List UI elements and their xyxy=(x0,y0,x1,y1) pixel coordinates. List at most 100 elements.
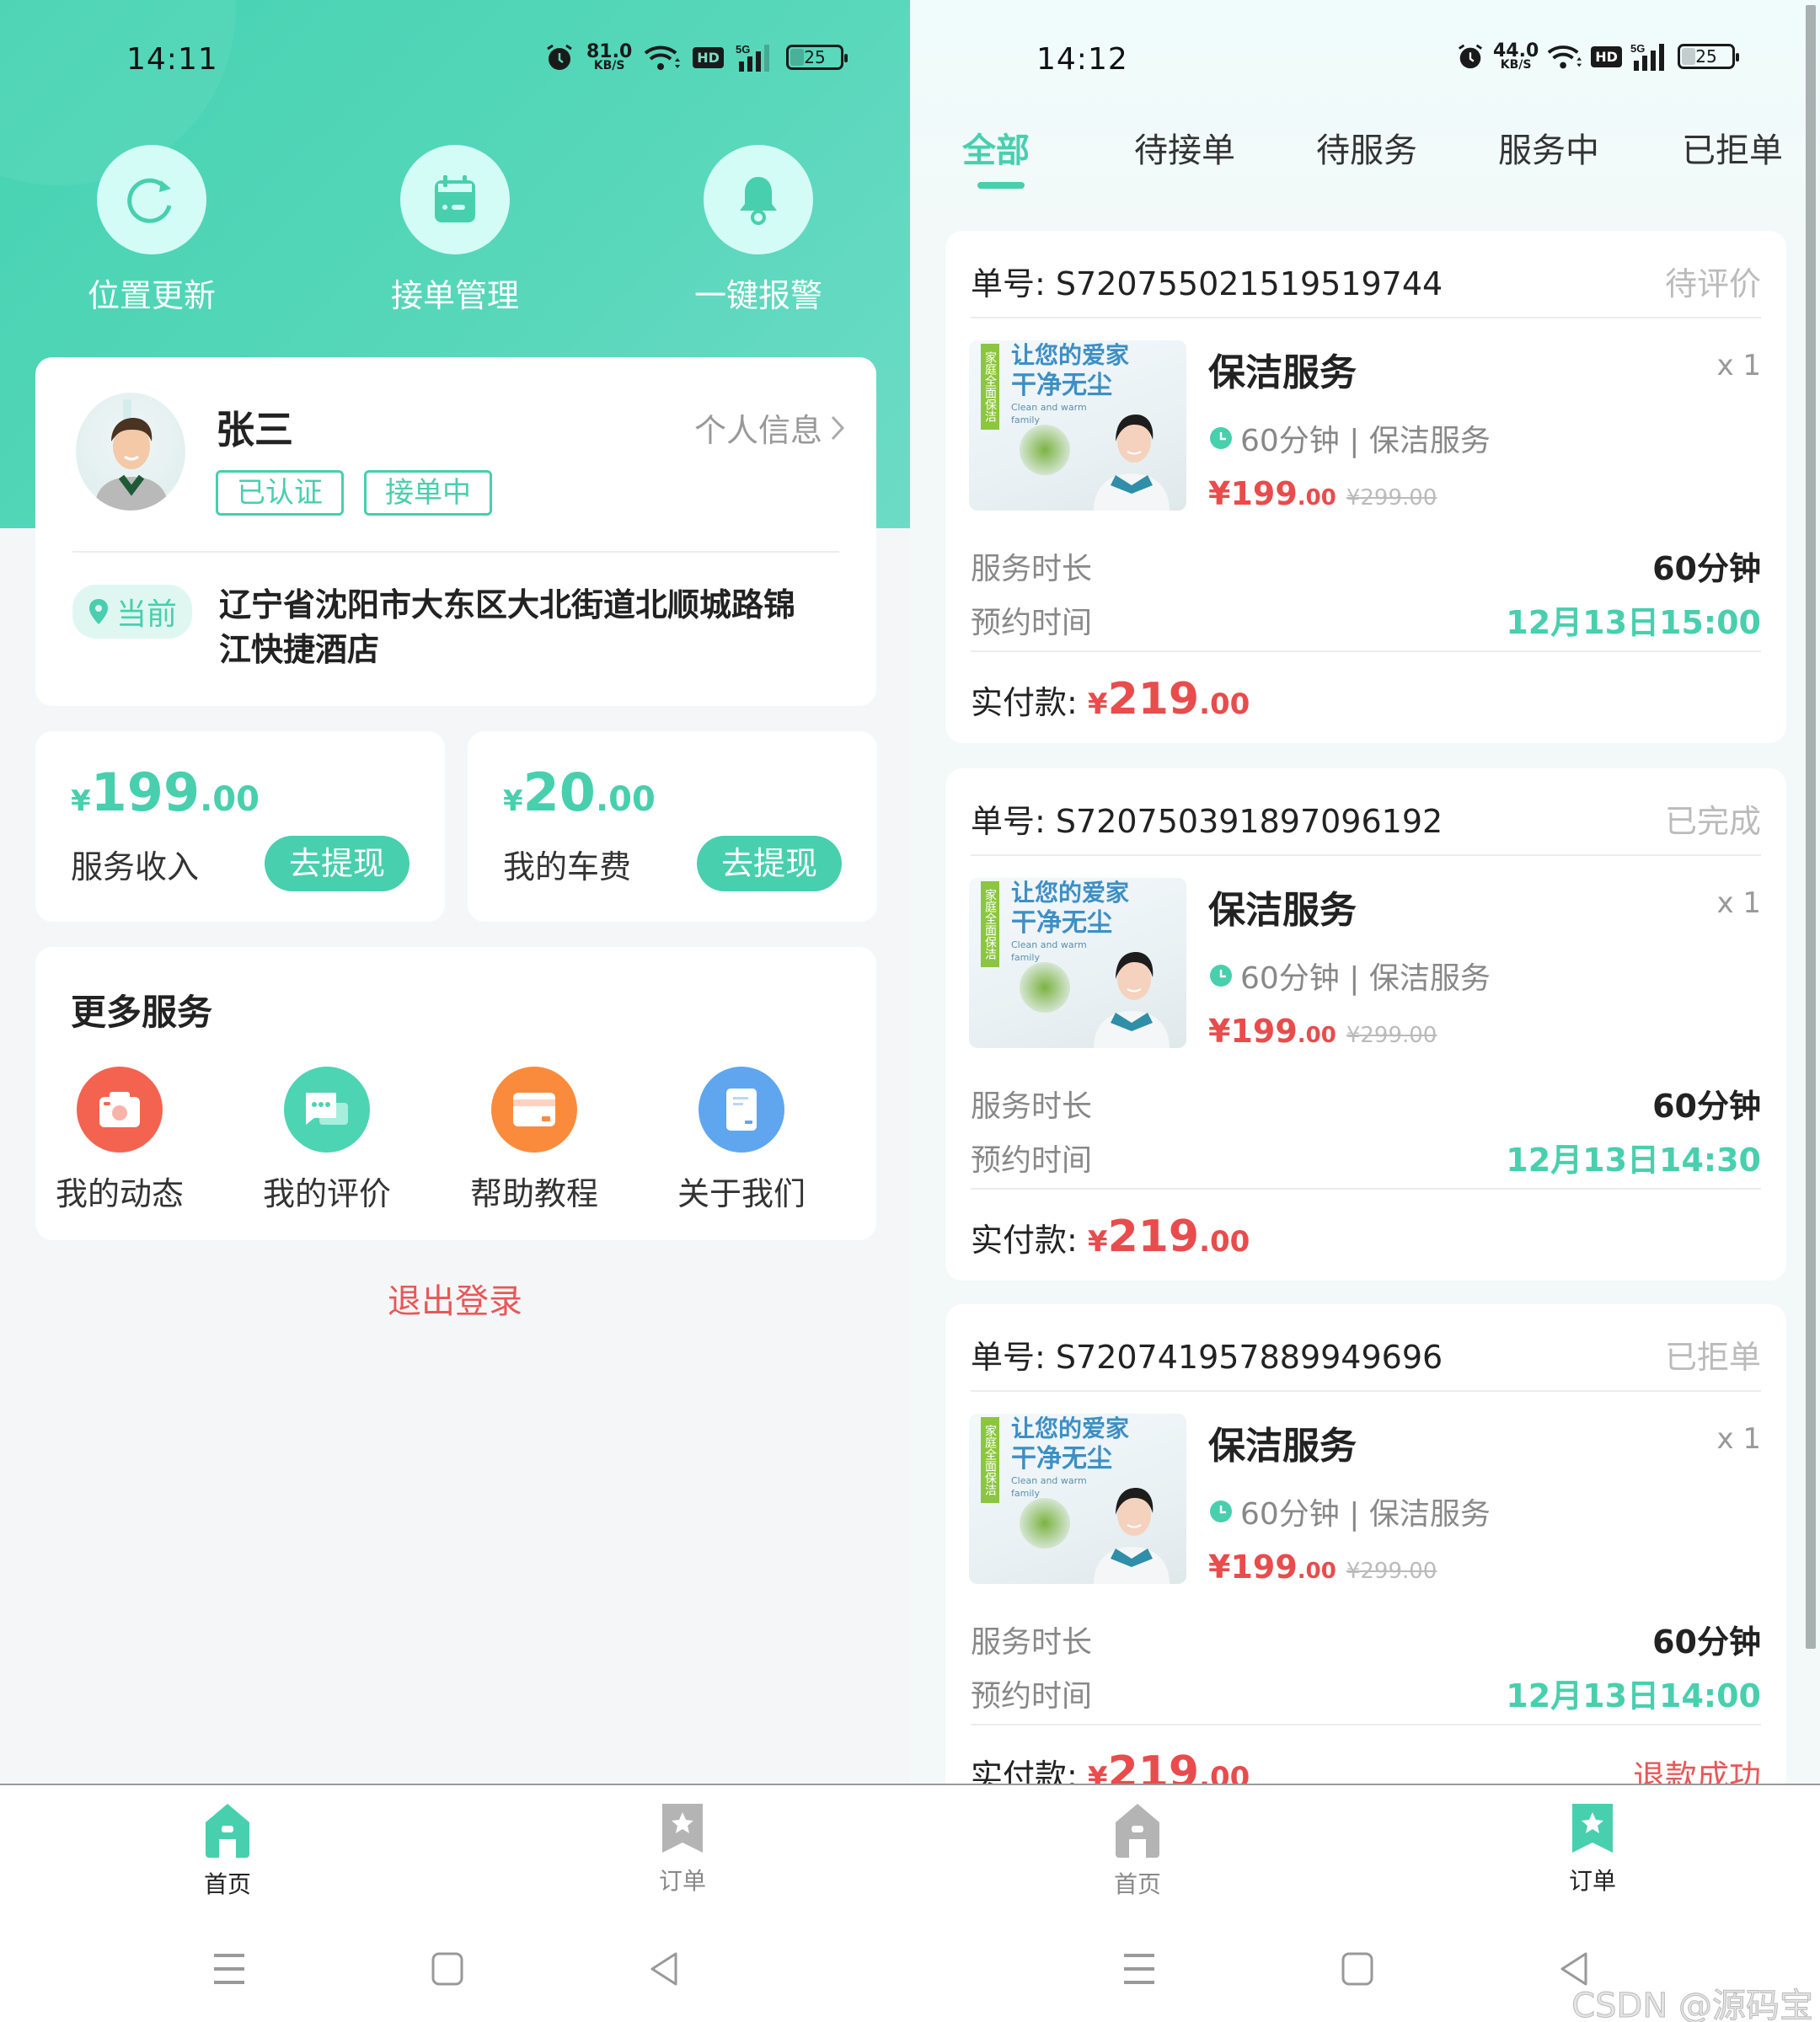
personal-info-link[interactable]: 个人信息 xyxy=(694,404,844,451)
current-location-tag: 当前 xyxy=(72,585,193,639)
order-number: 单号: S720741957889949696 xyxy=(971,1339,1443,1376)
order-status: 已拒单 xyxy=(1664,1339,1761,1376)
menu-icon[interactable] xyxy=(1122,1952,1156,1986)
appointment-label: 预约时间 xyxy=(971,1143,1093,1178)
service-my-moments[interactable]: 我的动态 xyxy=(35,1067,204,1214)
watermark: CSDN @源码宝 xyxy=(1571,1987,1814,2022)
withdraw-fare-button[interactable]: 去提现 xyxy=(697,836,842,891)
appointment-label: 预约时间 xyxy=(971,1679,1093,1714)
back-icon[interactable] xyxy=(649,1952,679,1986)
system-nav-bar xyxy=(0,1918,910,2022)
tab-pending-accept[interactable]: 待接单 xyxy=(1134,123,1235,172)
quick-action-location-update[interactable]: 位置更新 xyxy=(51,145,253,316)
tab-all[interactable]: 全部 xyxy=(962,123,1030,172)
status-time: 14:12 xyxy=(1036,42,1128,77)
verified-badge: 已认证 xyxy=(216,470,344,516)
status-icons: 81.0 KB/S HD 5G 25 xyxy=(544,40,848,72)
tab-orders[interactable]: 订单 xyxy=(624,1802,741,1896)
fare-label: 我的车费 xyxy=(503,848,632,885)
chevron-right-icon xyxy=(831,415,844,440)
divider xyxy=(971,854,1761,856)
product-name: 保洁服务 xyxy=(1208,351,1357,394)
order-card[interactable]: 单号: S720755021519519744 待评价 家庭全面保洁 让您的爱家… xyxy=(945,231,1786,743)
calendar-icon xyxy=(400,145,510,254)
product-quantity: x 1 xyxy=(1716,349,1761,382)
divider xyxy=(971,650,1761,652)
service-help-tutorial[interactable]: 帮助教程 xyxy=(450,1067,618,1214)
original-price: ¥299.00 xyxy=(1346,485,1437,511)
duration-value: 60分钟 xyxy=(1652,1088,1761,1125)
home-icon xyxy=(1116,1804,1159,1858)
duration-value: 60分钟 xyxy=(1652,1623,1761,1661)
tab-orders[interactable]: 订单 xyxy=(1534,1802,1651,1896)
home-nav-icon[interactable] xyxy=(431,1952,463,1986)
product-thumbnail: 家庭全面保洁 让您的爱家 干净无尘 Clean and warm family xyxy=(969,878,1186,1048)
network-speed: 81.0 KB/S xyxy=(586,40,633,72)
logout-button[interactable]: 退出登录 xyxy=(0,1274,910,1323)
product-thumbnail: 家庭全面保洁 让您的爱家 干净无尘 Clean and warm family xyxy=(969,1414,1186,1584)
home-nav-icon[interactable] xyxy=(1341,1952,1373,1986)
alarm-icon xyxy=(544,42,575,72)
fare-card: ¥20.00 我的车费 去提现 xyxy=(468,731,877,922)
amount-paid: 实付款: ¥219.00 xyxy=(971,674,1250,725)
original-price: ¥299.00 xyxy=(1346,1559,1437,1584)
bottom-tab-bar: 首页 订单 xyxy=(910,1784,1820,1918)
clock-icon xyxy=(1210,965,1232,987)
active-tab-indicator xyxy=(977,182,1025,189)
current-address: 辽宁省沈阳市大东区大北街道北顺城路锦江快捷酒店 xyxy=(219,586,796,669)
bell-icon xyxy=(704,145,813,254)
product-meta: 60分钟 | 保洁服务 xyxy=(1208,1490,1491,1533)
menu-icon[interactable] xyxy=(212,1952,246,1986)
signal-icon: 5G xyxy=(736,43,774,72)
tab-home[interactable]: 首页 xyxy=(1079,1802,1196,1900)
product-price: ¥199.00 ¥299.00 xyxy=(1208,1013,1437,1050)
quick-action-order-management[interactable]: 接单管理 xyxy=(354,145,556,316)
tab-rejected[interactable]: 已拒单 xyxy=(1682,123,1783,172)
tab-home[interactable]: 首页 xyxy=(169,1802,286,1900)
svg-text:5G: 5G xyxy=(1630,42,1645,55)
signal-icon: 5G xyxy=(1630,42,1669,71)
order-card[interactable]: 单号: S720741957889949696 已拒单 家庭全面保洁 让您的爱家… xyxy=(945,1304,1786,1816)
alarm-icon xyxy=(1456,42,1485,71)
divider xyxy=(971,1724,1761,1725)
product-quantity: x 1 xyxy=(1716,886,1761,920)
scrollbar[interactable] xyxy=(1806,5,1816,1649)
product-meta: 60分钟 | 保洁服务 xyxy=(1208,954,1491,998)
wifi-icon xyxy=(644,43,681,72)
wifi-icon xyxy=(1547,42,1582,71)
bookmark-star-icon xyxy=(1572,1804,1613,1853)
appointment-time: 12月13日15:00 xyxy=(1506,604,1761,641)
order-status: 待评价 xyxy=(1664,265,1761,302)
home-icon xyxy=(206,1804,249,1858)
clock-icon xyxy=(1210,427,1232,449)
appointment-time: 12月13日14:30 xyxy=(1506,1142,1761,1179)
order-number: 单号: S720755021519519744 xyxy=(971,265,1443,302)
refresh-icon xyxy=(97,145,206,254)
chat-icon xyxy=(284,1067,370,1153)
withdraw-service-income-button[interactable]: 去提现 xyxy=(265,836,410,891)
fare-amount: ¥20.00 xyxy=(503,762,656,823)
duration-label: 服务时长 xyxy=(971,1625,1093,1660)
quick-action-emergency-alarm[interactable]: 一键报警 xyxy=(657,145,859,316)
battery-icon: 25 xyxy=(785,45,848,70)
status-icons: 44.0 KB/S HD 5G 25 xyxy=(1456,40,1739,72)
bookmark-star-icon xyxy=(662,1804,703,1853)
product-thumbnail: 家庭全面保洁 让您的爱家 干净无尘 Clean and warm family xyxy=(969,340,1186,511)
product-name: 保洁服务 xyxy=(1208,889,1357,932)
tab-pending-service[interactable]: 待服务 xyxy=(1316,123,1417,172)
more-services-card: 更多服务 我的动态 我的评价 帮助教程 关于我们 xyxy=(35,947,876,1240)
hd-icon: HD xyxy=(693,46,724,68)
service-about-us[interactable]: 关于我们 xyxy=(657,1067,826,1214)
tab-in-service[interactable]: 服务中 xyxy=(1498,123,1599,172)
appointment-time: 12月13日14:00 xyxy=(1506,1677,1761,1714)
order-card[interactable]: 单号: S720750391897096192 已完成 家庭全面保洁 让您的爱家… xyxy=(945,768,1786,1281)
location-pin-icon xyxy=(89,599,108,624)
service-income-card: ¥199.00 服务收入 去提现 xyxy=(35,731,445,922)
avatar[interactable] xyxy=(76,393,185,511)
more-services-title: 更多服务 xyxy=(71,992,213,1033)
product-meta: 60分钟 | 保洁服务 xyxy=(1208,416,1491,460)
service-income-label: 服务收入 xyxy=(71,848,200,885)
service-income-amount: ¥199.00 xyxy=(71,762,260,823)
service-my-reviews[interactable]: 我的评价 xyxy=(243,1067,411,1214)
network-speed: 44.0 KB/S xyxy=(1493,40,1539,72)
